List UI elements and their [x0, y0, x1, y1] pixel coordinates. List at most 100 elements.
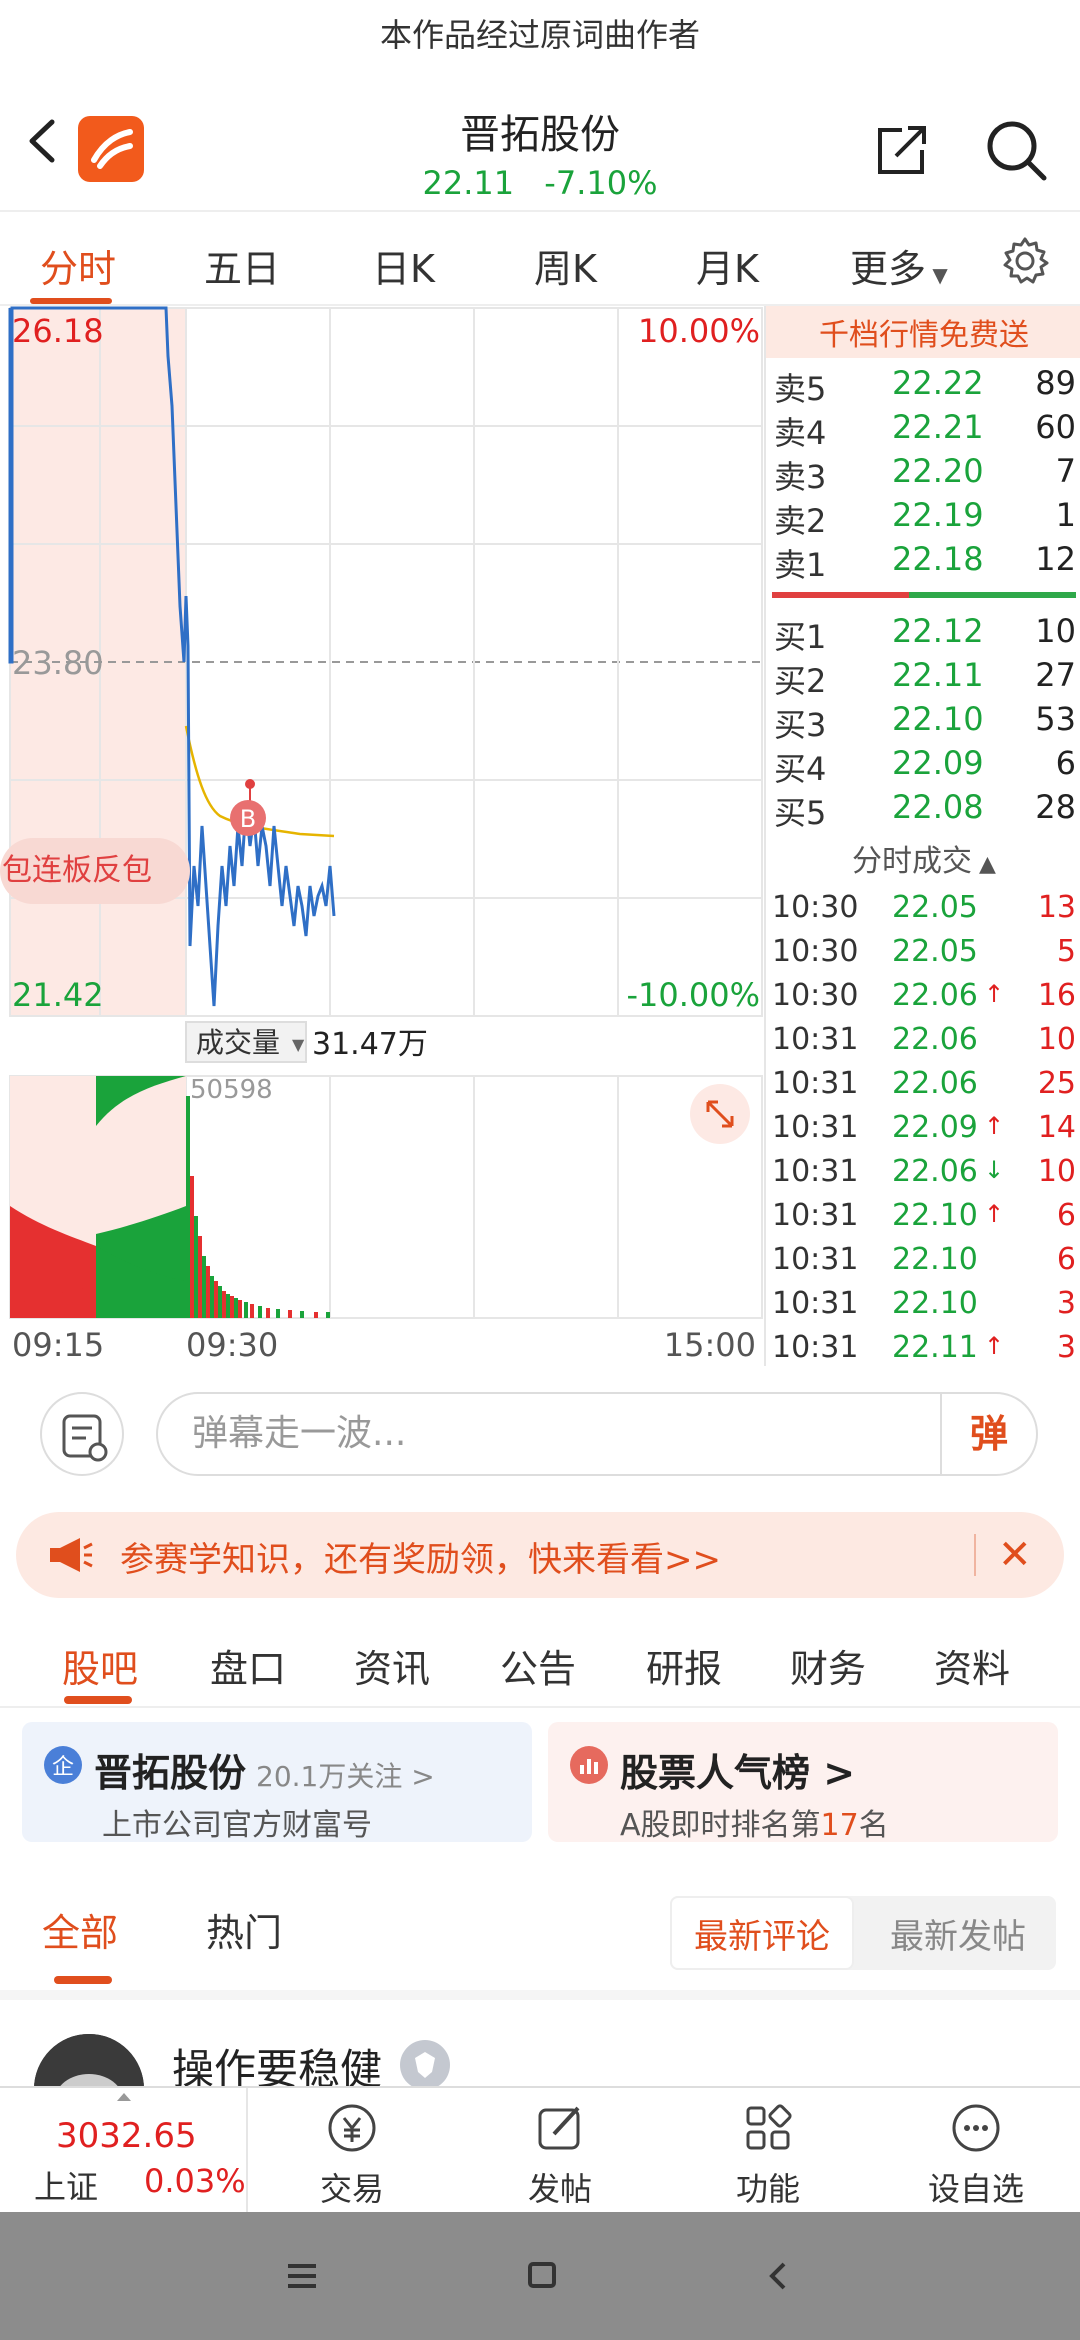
post-item[interactable]: 操作要稳健: [0, 1990, 1080, 2144]
tab-monthly-k[interactable]: 月K: [696, 238, 759, 293]
tab-daily-k[interactable]: 日K: [372, 238, 435, 293]
orderbook-separator: [772, 592, 1076, 598]
chart-bar-icon: [570, 1746, 608, 1784]
volume-value: 31.47万: [312, 1027, 428, 1062]
trade-row: 10:30 22.05 13: [772, 890, 1076, 925]
caret-down-icon: ▼: [926, 263, 948, 287]
nav-add-watchlist-label: 设自选: [927, 2170, 1024, 2208]
close-icon[interactable]: ✕: [998, 1532, 1032, 1578]
bid-row: 买3 22.10 53: [774, 700, 1076, 744]
trade-row: 10:30 22.05 5: [772, 934, 1076, 969]
tab-profile[interactable]: 资料: [934, 1638, 1010, 1693]
nav-add-watchlist[interactable]: 设自选: [876, 2088, 1076, 2214]
menu-icon[interactable]: [284, 2258, 320, 2294]
promo-text: 参赛学知识，还有奖励领，快来看看>>: [120, 1540, 721, 1580]
top-caption: 本作品经过原词曲作者: [379, 16, 700, 54]
stock-price: 22.11: [422, 164, 515, 202]
mid-price-label: 23.80: [12, 644, 104, 682]
intraday-chart[interactable]: B 包连板反包 26.18 23.80 21.42 10.00% -10.00%…: [0, 306, 764, 1366]
grid-icon: [746, 2104, 792, 2150]
volume-caret-icon: ▼: [292, 1035, 305, 1054]
danmu-placeholder: 弹幕走一波...: [192, 1413, 407, 1454]
post-filter: 全部 热门 最新评论 最新发帖: [0, 1860, 1080, 1984]
search-icon[interactable]: [984, 118, 1048, 182]
ask-row: 卖3 22.20 7: [774, 452, 1076, 496]
tab-research[interactable]: 研报: [646, 1638, 722, 1693]
back-nav-icon[interactable]: [760, 2258, 796, 2294]
yuan-circle-icon: [328, 2104, 376, 2152]
tab-more-label: 更多: [850, 247, 927, 291]
ask-row: 卖2 22.19 1: [774, 496, 1076, 540]
user-level-badge-icon: [400, 2040, 450, 2090]
index-ticker[interactable]: 3032.65 上证 0.03%: [0, 2088, 248, 2214]
ask-row: 卖5 22.22 89: [774, 364, 1076, 408]
volume-label: 成交量: [196, 1026, 280, 1059]
danmu-send-button[interactable]: 弹: [940, 1394, 1036, 1474]
trade-row: 10:31 22.10 6: [772, 1242, 1076, 1277]
bid-row: 买2 22.11 27: [774, 656, 1076, 700]
tab-finance[interactable]: 财务: [790, 1638, 866, 1693]
nav-functions[interactable]: 功能: [668, 2088, 868, 2214]
tab-announcements[interactable]: 公告: [500, 1638, 576, 1693]
trades-title: 分时成交: [852, 844, 973, 879]
nav-post[interactable]: 发帖: [460, 2088, 660, 2214]
trades-header[interactable]: 分时成交 ▲: [766, 836, 1080, 880]
danmu-send-label: 弹: [969, 1412, 1008, 1456]
low-price-label: 21.42: [12, 976, 104, 1014]
tab-intraday[interactable]: 分时: [40, 238, 116, 293]
trade-row: 10:31 22.06 10: [772, 1022, 1076, 1057]
index-value: 3032.65: [56, 2116, 197, 2156]
bottom-nav: 3032.65 上证 0.03% 交易 发帖 功能 设自选: [0, 2086, 1080, 2214]
share-icon[interactable]: [872, 120, 932, 180]
trade-row: 10:31 22.11 ↑ 3: [772, 1330, 1076, 1365]
bid-row: 买4 22.09 6: [774, 744, 1076, 788]
tab-pankou[interactable]: 盘口: [210, 1638, 286, 1693]
promo-banner[interactable]: 参赛学知识，还有奖励领，快来看看>> ✕: [16, 1512, 1064, 1598]
company-name: 晋拓股份 20.1万关注 >: [94, 1751, 435, 1795]
tab-weekly-k[interactable]: 周K: [534, 238, 597, 293]
system-nav-bar: [0, 2212, 1080, 2340]
orderbook-ad[interactable]: 千档行情免费送: [766, 306, 1080, 358]
high-pct-label: 10.00%: [638, 312, 760, 350]
popularity-card[interactable]: 股票人气榜 > A股即时排名第17名: [548, 1722, 1058, 1843]
home-square-icon[interactable]: [524, 2258, 560, 2294]
megaphone-icon: [50, 1538, 93, 1572]
trade-row: 10:31 22.10 3: [772, 1286, 1076, 1321]
gear-icon[interactable]: [1000, 236, 1050, 286]
chart-tabs: 分时 五日 日K 周K 月K 更多 ▼: [0, 214, 1080, 306]
popularity-title: 股票人气榜 >: [620, 1751, 856, 1795]
popularity-subtitle: A股即时排名第17名: [620, 1808, 889, 1843]
ask-row: 卖4 22.21 60: [774, 408, 1076, 452]
danmu-bar: 弹幕走一波... 弹: [0, 1370, 1080, 1490]
bid-row: 买1 22.12 10: [774, 612, 1076, 656]
filter-hot[interactable]: 热门: [206, 1902, 282, 1957]
chart-promo-text: 包连板反包: [2, 853, 152, 888]
filter-all[interactable]: 全部: [42, 1902, 118, 1957]
caret-up-icon: [117, 2093, 131, 2101]
nav-trade[interactable]: 交易: [252, 2088, 452, 2214]
tab-active-underline: [30, 298, 112, 304]
section-tab-underline: [64, 1696, 132, 1704]
nav-trade-label: 交易: [319, 2170, 384, 2208]
enterprise-badge-icon: 企: [44, 1746, 82, 1784]
tab-more[interactable]: 更多 ▼: [850, 238, 948, 293]
company-card[interactable]: 企 晋拓股份 20.1万关注 > 上市公司官方财富号: [22, 1722, 532, 1843]
buy-marker-label: B: [240, 805, 256, 833]
high-price-label: 26.18: [12, 312, 104, 350]
time-end-label: 15:00: [664, 1326, 756, 1364]
danmu-settings-icon[interactable]: [40, 1392, 124, 1476]
ask-row: 卖1 22.18 12: [774, 540, 1076, 584]
tab-guba[interactable]: 股吧: [62, 1638, 138, 1693]
rank-number: 17: [820, 1808, 859, 1843]
sort-latest-comment[interactable]: 最新评论: [670, 1896, 854, 1970]
tab-five-day[interactable]: 五日: [204, 238, 280, 293]
volume-bars: [186, 1096, 330, 1318]
nav-functions-label: 功能: [735, 2170, 800, 2208]
tab-news[interactable]: 资讯: [354, 1638, 430, 1693]
index-change: 0.03%: [144, 2162, 246, 2200]
trade-row: 10:31 22.06 25: [772, 1066, 1076, 1101]
danmu-input[interactable]: 弹幕走一波... 弹: [156, 1392, 1038, 1476]
trade-row: 10:31 22.10 ↑ 6: [772, 1198, 1076, 1233]
nav-post-label: 发帖: [527, 2170, 592, 2208]
sort-latest-post[interactable]: 最新发帖: [866, 1896, 1050, 1970]
